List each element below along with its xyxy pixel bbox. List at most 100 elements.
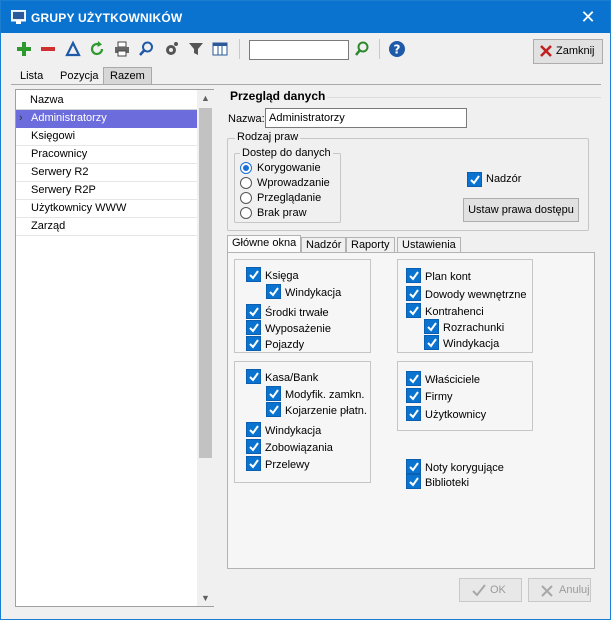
cancel-x-icon [541, 585, 553, 597]
checkbox-przelewy[interactable] [246, 456, 261, 471]
supervision-label: Nadzór [486, 173, 522, 185]
checkbox-wlasciciele[interactable] [406, 371, 421, 386]
list-header[interactable]: Nazwa [16, 90, 197, 110]
radio-wprowadzanie[interactable] [240, 177, 252, 189]
radio-label: Brak praw [257, 207, 307, 219]
checkbox-label: Windykacja [285, 287, 342, 299]
tab-razem[interactable]: Razem [103, 67, 152, 85]
search-icon[interactable] [137, 40, 155, 58]
checkbox-kontrahenci[interactable] [406, 303, 421, 318]
close-button[interactable]: Zamknij [533, 39, 603, 64]
checkbox-firmy[interactable] [406, 388, 421, 403]
radio-label: Wprowadzanie [257, 177, 330, 189]
checkbox-label: Pojazdy [265, 339, 305, 351]
title-bar: GRUPY UŻYTKOWNIKÓW ✕ [1, 1, 610, 33]
close-button-label: Zamknij [556, 45, 595, 57]
checkbox-biblioteki[interactable] [406, 474, 421, 489]
rights-group-label: Rodzaj praw [235, 131, 301, 143]
checkbox-uzytkownicy[interactable] [406, 406, 421, 421]
checkbox-label: Księga [265, 270, 299, 282]
tab-ustawienia[interactable]: Ustawienia [397, 237, 461, 253]
window-title: GRUPY UŻYTKOWNIKÓW [31, 11, 183, 25]
checkbox-plan-kont[interactable] [406, 268, 421, 283]
find-icon[interactable] [353, 40, 371, 58]
checkbox-label: Wyposażenie [265, 323, 331, 335]
checkbox-modyfik-zamkn[interactable] [266, 386, 281, 401]
help-icon[interactable]: ? [388, 40, 406, 58]
radio-przegladanie[interactable] [240, 192, 252, 204]
checkbox-label: Dowody wewnętrzne [425, 289, 527, 301]
svg-text:?: ? [394, 43, 401, 57]
tab-pozycja[interactable]: Pozycja [53, 67, 106, 85]
list-item[interactable]: › Administratorzy [16, 110, 197, 128]
columns-icon[interactable] [211, 40, 229, 58]
tab-lista[interactable]: Lista [13, 67, 50, 85]
close-icon[interactable]: ✕ [566, 1, 610, 33]
supervision-checkbox[interactable] [467, 172, 482, 187]
edit-icon[interactable] [64, 40, 82, 58]
toolbar-separator [379, 39, 380, 59]
checkbox-kojarzenie-platn[interactable] [266, 402, 281, 417]
checkbox-pojazdy[interactable] [246, 336, 261, 351]
checkbox-srodki-trwale[interactable] [246, 304, 261, 319]
name-field[interactable] [265, 108, 467, 128]
checkbox-label: Rozrachunki [443, 322, 505, 334]
cancel-button[interactable]: Anuluj [528, 578, 591, 602]
scroll-up-icon[interactable]: ▲ [197, 90, 214, 106]
search-input[interactable] [249, 40, 349, 60]
checkbox-windykacja-kasa[interactable] [246, 422, 261, 437]
row-pointer-icon: › [19, 112, 23, 124]
checkbox-label: Środki trwałe [265, 307, 329, 319]
checkbox-windykacja-ksiega[interactable] [266, 284, 281, 299]
checkbox-label: Firmy [425, 391, 453, 403]
checkbox-kasa-bank[interactable] [246, 369, 261, 384]
list-item[interactable]: Pracownicy [16, 146, 197, 164]
checkbox-label: Kojarzenie płatn. [285, 405, 367, 417]
add-icon[interactable] [15, 40, 33, 58]
set-rights-button[interactable]: Ustaw prawa dostępu [463, 198, 579, 222]
tab-nadzor[interactable]: Nadzór [301, 237, 347, 253]
check-icon [472, 584, 486, 597]
list-item[interactable]: Księgowi [16, 128, 197, 146]
app-icon [11, 10, 26, 24]
checkbox-label: Przelewy [265, 459, 310, 471]
list-item[interactable]: Użytkownicy WWW [16, 200, 197, 218]
list-item[interactable]: Serwery R2 [16, 164, 197, 182]
overview-divider [327, 97, 601, 98]
access-group-label: Dostep do danych [240, 147, 333, 159]
checkbox-noty-korygujace[interactable] [406, 459, 421, 474]
checkbox-label: Właściciele [425, 374, 481, 386]
list-scrollbar[interactable]: ▲ ▼ [197, 90, 214, 606]
checkbox-label: Windykacja [265, 425, 322, 437]
checkbox-zobowiazania[interactable] [246, 439, 261, 454]
checkbox-wyposazenie[interactable] [246, 320, 261, 335]
remove-icon[interactable] [39, 40, 57, 58]
checkbox-label: Noty korygujące [425, 462, 504, 474]
radio-label: Przeglądanie [257, 192, 322, 204]
tab-glowne-okna[interactable]: Główne okna [227, 235, 302, 253]
checkbox-label: Kasa/Bank [265, 372, 319, 384]
toolbar-separator [239, 39, 240, 59]
checkbox-label: Windykacja [443, 338, 500, 350]
tab-raporty[interactable]: Raporty [346, 237, 395, 253]
radio-brak-praw[interactable] [240, 207, 252, 219]
checkbox-rozrachunki[interactable] [424, 319, 439, 334]
scroll-down-icon[interactable]: ▼ [197, 590, 214, 606]
checkbox-dowody-wewnetrzne[interactable] [406, 286, 421, 301]
toolbar: ? [1, 33, 610, 65]
list-item[interactable]: Zarząd [16, 218, 197, 236]
checkbox-label: Użytkownicy [425, 409, 487, 421]
filter-icon[interactable] [187, 40, 205, 58]
list-item[interactable]: Serwery R2P [16, 182, 197, 200]
checkbox-ksiega[interactable] [246, 267, 261, 282]
checkbox-windykacja-kontrahenci[interactable] [424, 335, 439, 350]
scroll-thumb[interactable] [199, 108, 212, 458]
radio-korygowanie[interactable] [240, 162, 252, 174]
checkbox-label: Plan kont [425, 271, 471, 283]
print-icon[interactable] [113, 40, 131, 58]
overview-title: Przegląd danych [230, 89, 326, 103]
settings-icon[interactable] [162, 40, 180, 58]
refresh-icon[interactable] [88, 40, 106, 58]
ok-button[interactable]: OK [459, 578, 522, 602]
checkbox-label: Biblioteki [425, 477, 470, 489]
